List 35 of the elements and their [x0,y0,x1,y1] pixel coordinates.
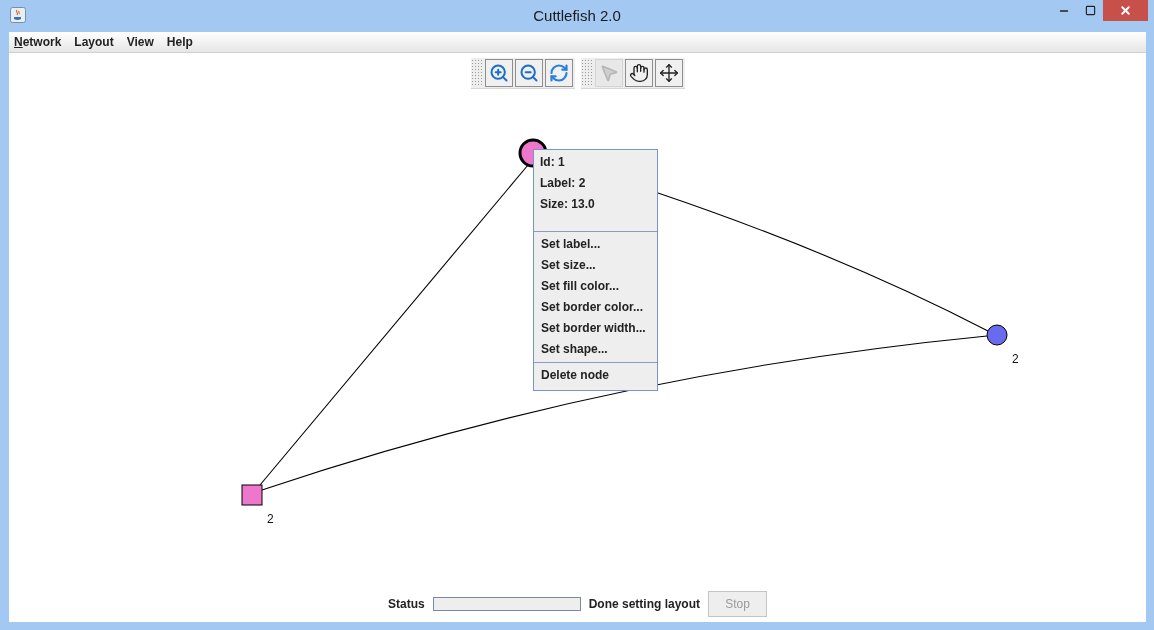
node-info-text: Size: 13.0 [539,196,596,213]
move-icon [658,63,679,83]
context-menu-item[interactable]: Set shape... [534,339,657,360]
hand-icon [628,63,649,83]
context-menu-item[interactable]: Set border width... [534,318,657,339]
status-message: Done setting layout [588,596,700,613]
context-menu-item[interactable]: Set border color... [534,297,657,318]
zoom-out-icon [518,63,539,83]
toolbar-button[interactable] [624,59,653,87]
context-menu-item[interactable]: Delete node [534,365,657,386]
node-info-text: Id: 1 [539,154,566,171]
menu-item[interactable]: View [126,33,154,51]
close-icon [1119,4,1132,17]
maximize-icon [1084,5,1096,16]
graph-node[interactable] [241,484,263,506]
toolbar-grip[interactable] [580,59,593,87]
node-info-text: Label: 2 [539,175,587,192]
context-menu-item[interactable]: Set fill color... [534,276,657,297]
toolbar-grip[interactable] [470,59,483,87]
zoom-in-icon [488,63,509,83]
node-label: 2 [267,512,274,526]
menu-item[interactable]: Network [14,33,62,51]
close-button[interactable] [1103,0,1148,21]
status-label: Status [388,596,425,613]
app-icon [10,7,26,23]
menu-item[interactable]: Layout [74,33,114,51]
context-menu-item[interactable]: Set label... [534,234,657,255]
refresh-icon [548,63,569,83]
toolbar-button[interactable] [654,59,683,87]
graph-node[interactable] [986,324,1008,346]
node-label: 2 [1012,352,1019,366]
menu-item[interactable]: Help [166,33,193,51]
context-menu-item[interactable]: Set size... [534,255,657,276]
window-title: Cuttlefish 2.0 [533,5,621,26]
pointer-icon [598,63,619,83]
